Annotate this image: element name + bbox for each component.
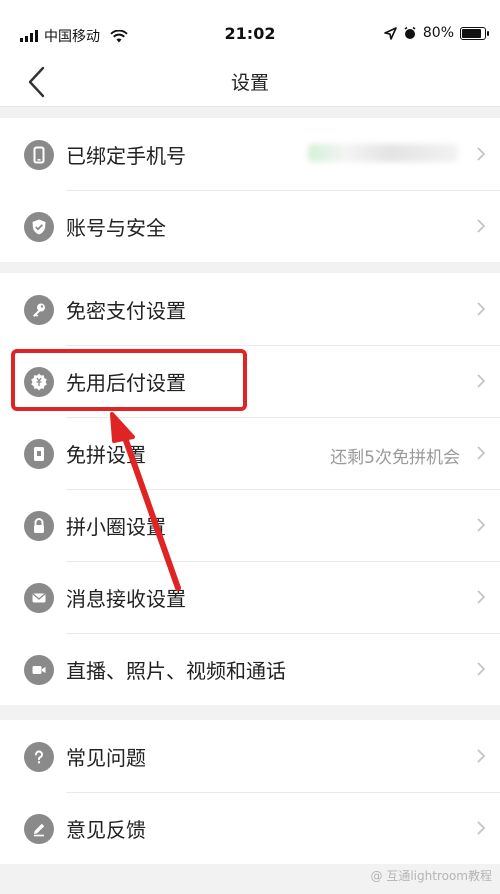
settings-row-label: 免拼设置 (66, 443, 146, 467)
chevron-right-icon (477, 821, 486, 835)
chevron-right-icon (477, 374, 486, 388)
status-right: 80% (384, 25, 489, 41)
status-bar: 中国移动 21:02 80% (0, 0, 500, 60)
settings-row-faq[interactable]: 常见问题 (0, 720, 500, 792)
chevron-right-icon (477, 446, 486, 460)
settings-row-feedback[interactable]: 意见反馈 (0, 792, 500, 864)
chevron-right-icon (477, 147, 486, 161)
settings-row-live-media[interactable]: 直播、照片、视频和通话 (0, 633, 500, 705)
lock-icon (24, 511, 54, 541)
chevron-right-icon (477, 590, 486, 604)
battery-fill (462, 28, 482, 38)
settings-group-account: 已绑定手机号 账号与安全 (0, 118, 500, 262)
highlight-box (11, 349, 247, 411)
settings-row-label: 已绑定手机号 (66, 144, 186, 168)
settings-row-password-free-pay[interactable]: 免密支付设置 (0, 273, 500, 345)
settings-row-label: 直播、照片、视频和通话 (66, 659, 286, 683)
battery-percent: 80% (422, 25, 454, 41)
pen-icon (24, 814, 54, 844)
chevron-right-icon (477, 219, 486, 233)
chevron-right-icon (477, 518, 486, 532)
settings-row-free-group-buy[interactable]: 免拼设置 还剩5次免拼机会 (0, 417, 500, 489)
page-title: 设置 (230, 72, 269, 94)
remaining-free-count: 还剩5次免拼机会 (330, 448, 460, 468)
alarm-icon (404, 26, 416, 39)
battery-icon (460, 26, 489, 40)
phone-icon (24, 140, 54, 170)
key-icon (24, 295, 54, 325)
settings-row-notifications[interactable]: 消息接收设置 (0, 561, 500, 633)
settings-row-label: 拼小圈设置 (66, 515, 166, 539)
nav-bar: 设置 (0, 60, 500, 107)
chevron-right-icon (477, 302, 486, 316)
shield-icon (24, 212, 54, 242)
location-icon (384, 26, 397, 40)
settings-row-circle[interactable]: 拼小圈设置 (0, 489, 500, 561)
settings-group-support: 常见问题 意见反馈 (0, 720, 500, 864)
settings-row-label: 账号与安全 (66, 216, 166, 240)
chevron-right-icon (477, 662, 486, 676)
mail-icon (24, 583, 54, 613)
video-icon (24, 655, 54, 685)
watermark: @ 互通lightroom教程 (370, 869, 492, 883)
settings-row-account-security[interactable]: 账号与安全 (0, 190, 500, 262)
group-buy-icon (24, 439, 54, 469)
phone-number-blurred (308, 144, 458, 162)
chevron-right-icon (477, 749, 486, 763)
settings-group-general: 免密支付设置 先用后付设置 免拼设置 还剩5次免拼机会 拼小圈设置 消息接收设置 (0, 273, 500, 705)
settings-row-label: 免密支付设置 (66, 299, 186, 323)
settings-row-label: 消息接收设置 (66, 587, 186, 611)
settings-row-label: 常见问题 (66, 746, 146, 770)
settings-row-label: 意见反馈 (66, 818, 146, 842)
question-icon (24, 742, 54, 772)
settings-row-bound-phone[interactable]: 已绑定手机号 (0, 118, 500, 190)
